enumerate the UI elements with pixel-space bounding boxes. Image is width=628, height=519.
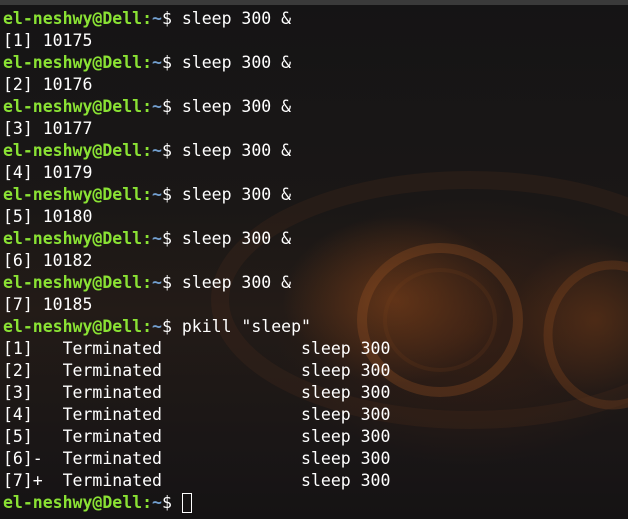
prompt-symbol: $ bbox=[161, 229, 172, 248]
output-line: [3] 10177 bbox=[3, 118, 390, 140]
prompt-line: el-neshwy@Dell:~$ sleep 300 & bbox=[3, 228, 390, 250]
prompt-symbol: $ bbox=[161, 9, 172, 28]
output-text: [1] Terminated sleep 300 bbox=[3, 339, 391, 358]
prompt-separator: : bbox=[142, 273, 153, 292]
prompt-line: el-neshwy@Dell:~$ bbox=[3, 492, 390, 514]
prompt-path: ~ bbox=[152, 273, 162, 292]
output-line: [5] Terminated sleep 300 bbox=[3, 426, 390, 448]
terminal-top-border bbox=[0, 0, 628, 5]
output-line: [1] Terminated sleep 300 bbox=[3, 338, 390, 360]
output-line: [2] 10176 bbox=[3, 74, 390, 96]
prompt-user-host: el-neshwy@Dell bbox=[3, 53, 143, 72]
output-line: [3] Terminated sleep 300 bbox=[3, 382, 390, 404]
prompt-user-host: el-neshwy@Dell bbox=[3, 273, 143, 292]
prompt-line: el-neshwy@Dell:~$ sleep 300 & bbox=[3, 96, 390, 118]
output-line: [2] Terminated sleep 300 bbox=[3, 360, 390, 382]
terminal-window[interactable]: el-neshwy@Dell:~$ sleep 300 & [1] 10175 el… bbox=[0, 0, 628, 519]
output-text: [3] 10177 bbox=[3, 119, 93, 138]
output-line: [7]+ Terminated sleep 300 bbox=[3, 470, 390, 492]
prompt-separator: : bbox=[142, 53, 153, 72]
prompt-path: ~ bbox=[152, 141, 162, 160]
prompt-separator: : bbox=[142, 185, 153, 204]
output-text: [6]- Terminated sleep 300 bbox=[3, 449, 391, 468]
prompt-line: el-neshwy@Dell:~$ sleep 300 & bbox=[3, 52, 390, 74]
prompt-user-host: el-neshwy@Dell bbox=[3, 97, 143, 116]
output-text: [1] 10175 bbox=[3, 31, 93, 50]
prompt-user-host: el-neshwy@Dell bbox=[3, 141, 143, 160]
output-text: [5] 10180 bbox=[3, 207, 93, 226]
prompt-user-host: el-neshwy@Dell bbox=[3, 317, 143, 336]
prompt-symbol: $ bbox=[161, 317, 172, 336]
output-text: [7]+ Terminated sleep 300 bbox=[3, 471, 391, 490]
output-text: [4] Terminated sleep 300 bbox=[3, 405, 391, 424]
output-line: [4] Terminated sleep 300 bbox=[3, 404, 390, 426]
output-text: [6] 10182 bbox=[3, 251, 93, 270]
command-text: sleep 300 & bbox=[181, 141, 292, 160]
prompt-path: ~ bbox=[152, 229, 162, 248]
prompt-path: ~ bbox=[152, 53, 162, 72]
output-text: [3] Terminated sleep 300 bbox=[3, 383, 391, 402]
text-cursor[interactable] bbox=[181, 493, 192, 513]
prompt-path: ~ bbox=[152, 493, 162, 512]
output-line: [6]- Terminated sleep 300 bbox=[3, 448, 390, 470]
prompt-user-host: el-neshwy@Dell bbox=[3, 229, 143, 248]
prompt-symbol: $ bbox=[161, 141, 172, 160]
prompt-path: ~ bbox=[152, 97, 162, 116]
prompt-symbol: $ bbox=[161, 53, 172, 72]
prompt-symbol: $ bbox=[161, 493, 172, 512]
command-text: sleep 300 & bbox=[181, 9, 292, 28]
prompt-separator: : bbox=[142, 97, 153, 116]
prompt-path: ~ bbox=[152, 185, 162, 204]
wallpaper-ring-right bbox=[543, 260, 628, 410]
output-text: [2] 10176 bbox=[3, 75, 93, 94]
prompt-path: ~ bbox=[152, 317, 162, 336]
prompt-symbol: $ bbox=[161, 185, 172, 204]
wallpaper-ring-left-inner bbox=[383, 268, 497, 372]
command-text: sleep 300 & bbox=[181, 229, 292, 248]
output-text: [4] 10179 bbox=[3, 163, 93, 182]
output-text: [5] Terminated sleep 300 bbox=[3, 427, 391, 446]
prompt-line: el-neshwy@Dell:~$ pkill "sleep" bbox=[3, 316, 390, 338]
prompt-line: el-neshwy@Dell:~$ sleep 300 & bbox=[3, 8, 390, 30]
prompt-separator: : bbox=[142, 141, 153, 160]
command-text: sleep 300 & bbox=[181, 97, 292, 116]
prompt-symbol: $ bbox=[161, 97, 172, 116]
prompt-line: el-neshwy@Dell:~$ sleep 300 & bbox=[3, 140, 390, 162]
terminal-output[interactable]: el-neshwy@Dell:~$ sleep 300 & [1] 10175 el… bbox=[3, 8, 390, 514]
prompt-line: el-neshwy@Dell:~$ sleep 300 & bbox=[3, 184, 390, 206]
prompt-separator: : bbox=[142, 9, 153, 28]
prompt-user-host: el-neshwy@Dell bbox=[3, 185, 143, 204]
prompt-separator: : bbox=[142, 229, 153, 248]
command-text: sleep 300 & bbox=[181, 185, 292, 204]
output-text: [7] 10185 bbox=[3, 295, 93, 314]
command-text: pkill "sleep" bbox=[181, 317, 311, 336]
output-line: [6] 10182 bbox=[3, 250, 390, 272]
output-line: [4] 10179 bbox=[3, 162, 390, 184]
prompt-symbol: $ bbox=[161, 273, 172, 292]
prompt-line: el-neshwy@Dell:~$ sleep 300 & bbox=[3, 272, 390, 294]
output-line: [7] 10185 bbox=[3, 294, 390, 316]
output-text: [2] Terminated sleep 300 bbox=[3, 361, 391, 380]
command-text: sleep 300 & bbox=[181, 273, 292, 292]
prompt-path: ~ bbox=[152, 9, 162, 28]
prompt-separator: : bbox=[142, 317, 153, 336]
prompt-user-host: el-neshwy@Dell bbox=[3, 9, 143, 28]
output-line: [5] 10180 bbox=[3, 206, 390, 228]
prompt-separator: : bbox=[142, 493, 153, 512]
command-text: sleep 300 & bbox=[181, 53, 292, 72]
prompt-user-host: el-neshwy@Dell bbox=[3, 493, 143, 512]
output-line: [1] 10175 bbox=[3, 30, 390, 52]
